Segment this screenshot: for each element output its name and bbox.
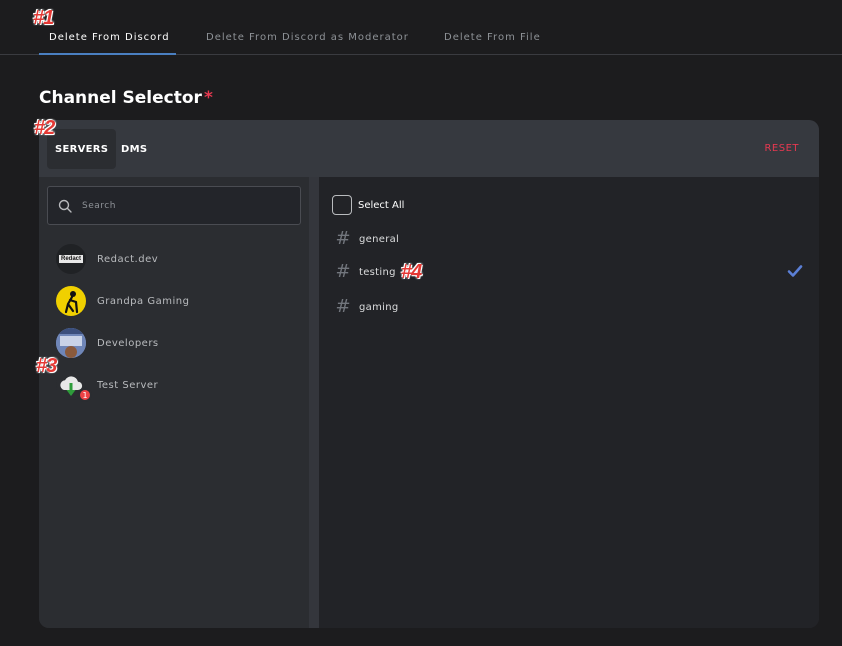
hash-icon: # bbox=[335, 261, 351, 282]
server-name: Test Server bbox=[97, 379, 159, 391]
search-box[interactable] bbox=[47, 186, 301, 225]
server-item-redact[interactable]: Redact Redact.dev bbox=[56, 244, 296, 274]
annotation-marker-3: #3 bbox=[36, 355, 57, 377]
servers-pane: Redact Redact.dev Grandpa Gaming bbox=[39, 177, 309, 628]
tab-delete-from-file[interactable]: Delete From File bbox=[444, 32, 541, 43]
tab-delete-from-discord[interactable]: Delete From Discord bbox=[49, 32, 170, 43]
tab-bar: Delete From Discord Delete From Discord … bbox=[0, 0, 842, 55]
reset-button[interactable]: RESET bbox=[764, 143, 799, 154]
search-icon bbox=[58, 199, 72, 213]
section-title-text: Channel Selector bbox=[39, 88, 202, 108]
server-name: Grandpa Gaming bbox=[97, 295, 190, 307]
server-name: Redact.dev bbox=[97, 253, 159, 265]
annotation-marker-2: #2 bbox=[34, 117, 55, 139]
channel-name: testing bbox=[359, 266, 396, 278]
tab-delete-as-moderator[interactable]: Delete From Discord as Moderator bbox=[206, 32, 409, 43]
developers-avatar-icon bbox=[56, 328, 86, 358]
channel-item-gaming[interactable]: # gaming bbox=[335, 297, 805, 317]
required-asterisk: * bbox=[203, 88, 213, 108]
server-item-developers[interactable]: Developers bbox=[56, 328, 296, 358]
select-all-label: Select All bbox=[358, 199, 405, 211]
active-tab-indicator bbox=[39, 53, 176, 55]
annotation-marker-1: #1 bbox=[33, 7, 54, 29]
channel-name: gaming bbox=[359, 301, 399, 313]
channel-name: general bbox=[359, 233, 400, 245]
server-item-test-server[interactable]: 1 Test Server bbox=[56, 370, 296, 402]
select-all-checkbox[interactable] bbox=[332, 195, 352, 215]
redact-logo-text: Redact bbox=[58, 255, 83, 263]
server-avatar-redact: Redact bbox=[56, 244, 86, 274]
tab-servers[interactable]: SERVERS bbox=[47, 129, 117, 169]
server-name: Developers bbox=[97, 337, 159, 349]
server-avatar-test: 1 bbox=[56, 370, 92, 402]
channels-pane: Select All # general # testing # gaming bbox=[319, 177, 819, 628]
channel-selector-card: SERVERS DMS RESET Redact Redact.dev Gran… bbox=[39, 120, 819, 628]
select-all-row[interactable]: Select All bbox=[332, 195, 404, 215]
tab-dms[interactable]: DMS bbox=[113, 129, 155, 169]
annotation-marker-4: #4 bbox=[401, 261, 422, 283]
server-item-grandpa-gaming[interactable]: Grandpa Gaming bbox=[56, 286, 296, 316]
card-header: SERVERS DMS RESET bbox=[39, 120, 819, 177]
hash-icon: # bbox=[335, 228, 351, 249]
notification-badge: 1 bbox=[78, 388, 92, 402]
channel-item-general[interactable]: # general bbox=[335, 229, 805, 249]
search-input[interactable] bbox=[82, 197, 282, 215]
server-avatar-grandpa bbox=[56, 286, 86, 316]
checkmark-icon bbox=[787, 265, 803, 277]
server-avatar-developers bbox=[56, 328, 86, 358]
hash-icon: # bbox=[335, 296, 351, 317]
pane-divider bbox=[309, 177, 319, 628]
section-title: Channel Selector * bbox=[39, 88, 213, 108]
grandpa-figure-icon bbox=[64, 291, 79, 314]
